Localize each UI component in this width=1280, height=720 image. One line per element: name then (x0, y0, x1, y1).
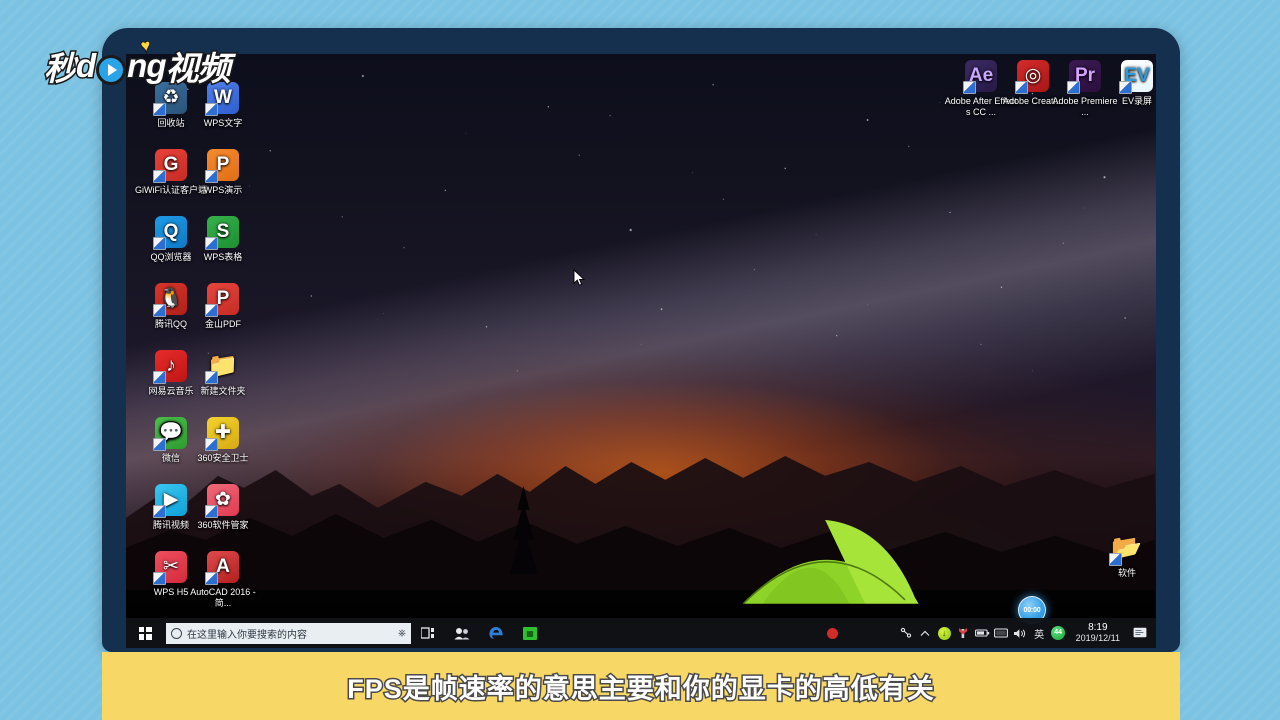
netease-music-icon: ♪ (153, 350, 187, 384)
desktop-icon-software-folder[interactable]: 📂 软件 (1090, 532, 1156, 579)
autocad-icon: A (205, 551, 239, 585)
desktop-icon-wps-presentation[interactable]: P WPS演示 (186, 149, 260, 196)
new-folder-icon: 📁 (205, 350, 239, 384)
subtitle-bar: FPS是帧速率的意思主要和你的显卡的高低有关 (102, 652, 1180, 720)
laptop-device-frame: ♻ 回收站 W WPS文字 G GiWiFi认证客户端 P WPS演示 Q QQ浏览器 S WPS表格… (102, 28, 1180, 652)
logo-text-1: 秒 (43, 49, 79, 89)
desktop-icon-ev-recorder[interactable]: EV EV录屏 (1100, 60, 1156, 107)
taskbar-search-input[interactable]: 在这里输入你要搜索的内容 ⎈ (166, 622, 411, 644)
clock-time-label: 8:19 (1088, 622, 1108, 633)
ime-language-icon[interactable]: 英 (1030, 618, 1049, 648)
desktop-icon-label: WPS文字 (203, 118, 243, 128)
ev-recorder-icon: EV (1119, 60, 1153, 94)
360-software-manager-icon: ✿ (205, 484, 239, 518)
giwifi-client-icon: G (153, 149, 187, 183)
wps-presentation-icon: P (205, 149, 239, 183)
adobe-premiere-icon: Pr (1067, 60, 1101, 94)
badge-icon[interactable]: 44 (1049, 618, 1068, 648)
brand-watermark-logo: 秒 d ng 视频 ♥ (43, 36, 233, 90)
desktop-icon-label: 金山PDF (204, 319, 241, 329)
taskbar-clock[interactable]: 8:19 2019/12/11 (1068, 622, 1128, 644)
edge-browser-icon[interactable] (479, 618, 513, 648)
microphone-icon[interactable]: ⎈ (398, 628, 406, 639)
screen-area: ♻ 回收站 W WPS文字 G GiWiFi认证客户端 P WPS演示 Q QQ浏览器 S WPS表格… (126, 54, 1156, 648)
kingsoft-pdf-icon: P (205, 283, 239, 317)
desktop-icon-label: 新建文件夹 (200, 386, 246, 396)
desktop-icon-kingsoft-pdf[interactable]: P 金山PDF (186, 283, 260, 330)
cortana-people-icon[interactable] (445, 618, 479, 648)
qq-browser-icon: Q (153, 216, 187, 250)
360-security-icon: ✚ (205, 417, 239, 451)
desktop-icon-label: 360安全卫士 (197, 453, 249, 463)
system-tray: ↓ 英 44 8:19 2019/12/11 (897, 618, 1156, 648)
battery-icon[interactable] (973, 618, 992, 648)
desktop-icon-label: WPS表格 (203, 252, 243, 262)
desktop-icon-label: EV录屏 (1121, 96, 1152, 106)
windows-taskbar: 在这里输入你要搜索的内容 ⎈ ▦ ↓ 英 44 8:19 2019/12/11 (126, 618, 1156, 648)
mountain-silhouette (126, 456, 1155, 648)
software-folder-icon: 📂 (1109, 532, 1143, 566)
volume-icon[interactable] (1011, 618, 1030, 648)
network-icon[interactable] (992, 618, 1011, 648)
desktop-icon-360-software-manager[interactable]: ✿ 360软件管家 (186, 484, 260, 531)
wps-h5-icon: ✂ (153, 551, 187, 585)
desktop-icon-label: 软件 (1117, 568, 1136, 578)
search-placeholder-label: 在这里输入你要搜索的内容 (187, 629, 307, 641)
desktop-icon-label: WPS演示 (203, 185, 243, 195)
safety-icon[interactable] (954, 618, 973, 648)
green-app-icon[interactable]: ▦ (513, 618, 547, 648)
desktop-icon-new-folder[interactable]: 📁 新建文件夹 (186, 350, 260, 397)
search-circle-icon (171, 627, 182, 639)
desktop-wallpaper (126, 54, 1156, 648)
recorder-timer-label: 00:00 (1023, 606, 1041, 614)
subtitle-text: FPS是帧速率的意思主要和你的显卡的高低有关 (346, 672, 936, 705)
wechat-icon: 💬 (153, 417, 187, 451)
desktop-icon-autocad[interactable]: A AutoCAD 2016 - 简... (186, 551, 260, 608)
heart-icon: ♥ (139, 36, 152, 56)
logo-text-3: 视频 (164, 49, 232, 89)
tencent-qq-icon: 🐧 (153, 283, 187, 317)
download-manager-icon[interactable]: ↓ (935, 618, 954, 648)
desktop-icon-label: 360软件管家 (197, 520, 249, 530)
task-view-icon[interactable] (411, 618, 445, 648)
wps-spreadsheet-icon: S (205, 216, 239, 250)
windows-logo-icon (138, 626, 152, 640)
show-hidden-icons-chevron[interactable] (916, 618, 935, 648)
adobe-after-effects-icon: Ae (963, 60, 997, 94)
action-center-icon[interactable] (1128, 618, 1152, 648)
logo-text-d: d (74, 46, 97, 86)
red-app-icon[interactable] (815, 618, 849, 648)
desktop-icon-360-security[interactable]: ✚ 360安全卫士 (186, 417, 260, 464)
page-root: ♻ 回收站 W WPS文字 G GiWiFi认证客户端 P WPS演示 Q QQ浏览器 S WPS表格… (0, 0, 1280, 720)
desktop-icon-label: AutoCAD 2016 - 简... (190, 587, 256, 608)
start-button[interactable] (126, 618, 164, 648)
play-circle-icon (96, 55, 127, 85)
tencent-video-icon: ▶ (153, 484, 187, 518)
clock-date-label: 2019/12/11 (1075, 633, 1120, 643)
desktop-icon-wps-spreadsheet[interactable]: S WPS表格 (186, 216, 260, 263)
share-network-icon[interactable] (897, 618, 916, 648)
adobe-creative-cloud-icon: ◎ (1015, 60, 1049, 94)
